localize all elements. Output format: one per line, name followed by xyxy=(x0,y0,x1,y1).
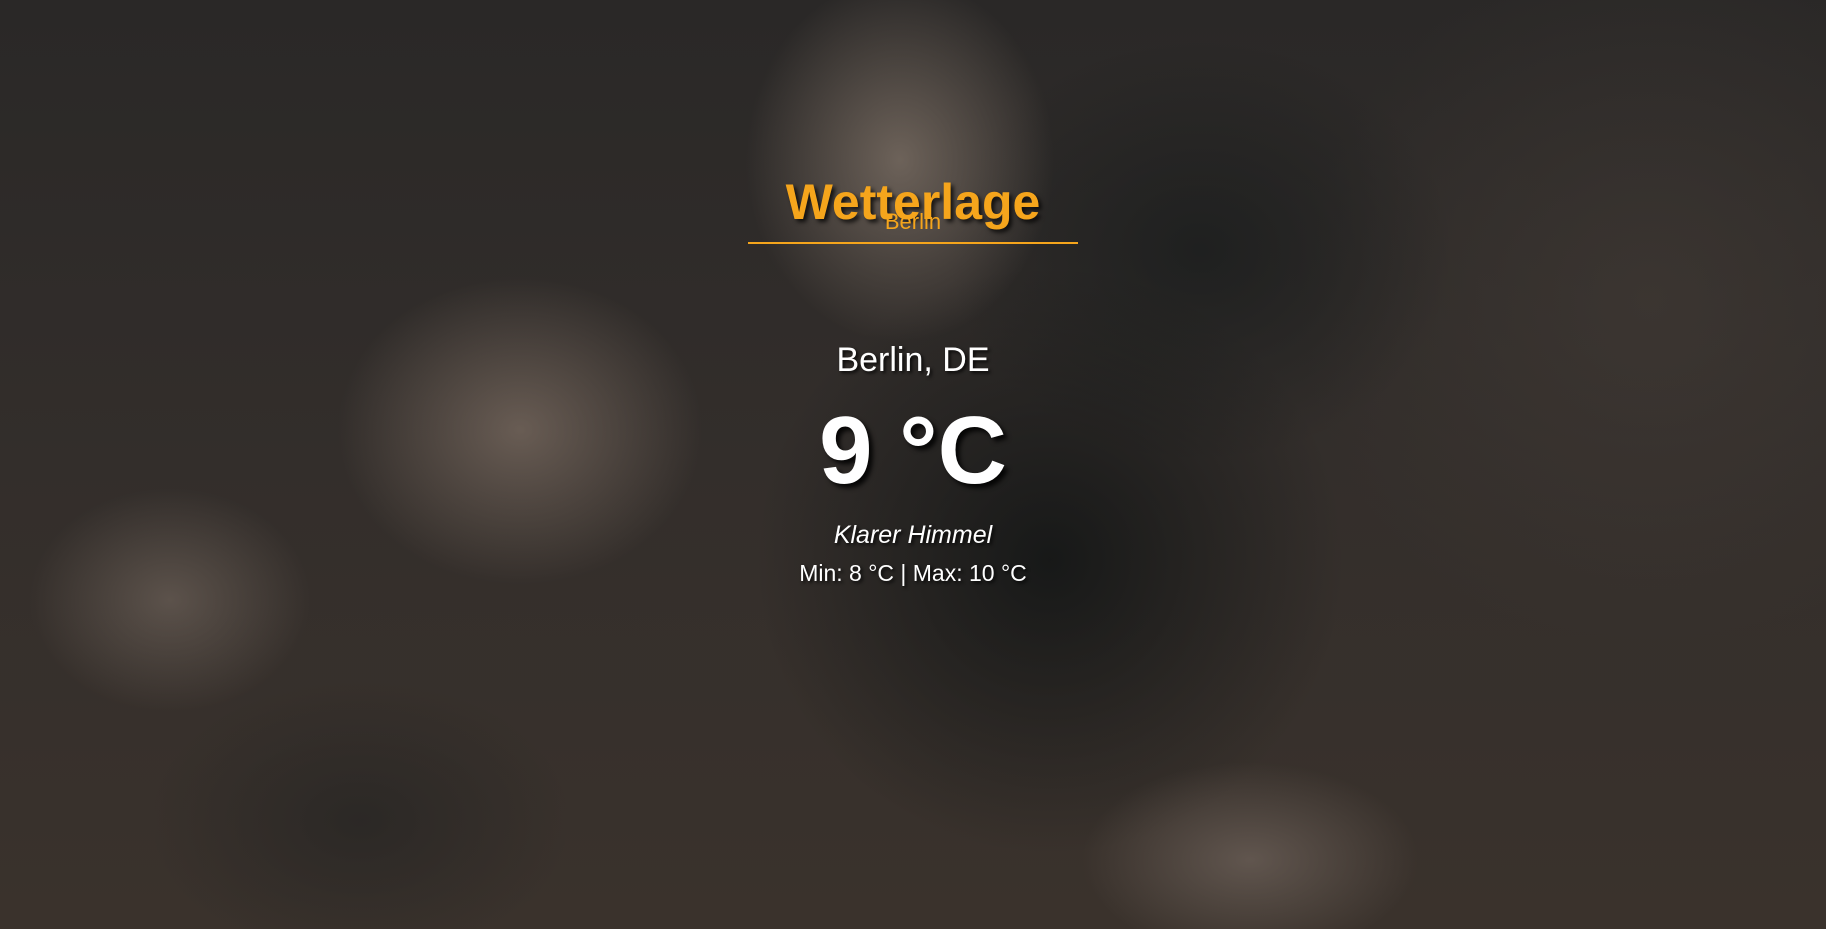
weather-condition: Klarer Himmel xyxy=(833,521,993,549)
weather-app: Wetterlage Berlin, DE 9 °C Klarer Himmel… xyxy=(0,0,1826,929)
temperature-value: 9 °C xyxy=(819,397,1007,504)
search-container xyxy=(748,202,1078,246)
location-label: Berlin, DE xyxy=(836,341,990,379)
min-max-temperature: Min: 8 °C | Max: 10 °C xyxy=(799,560,1027,586)
city-search-input[interactable] xyxy=(748,202,1078,244)
